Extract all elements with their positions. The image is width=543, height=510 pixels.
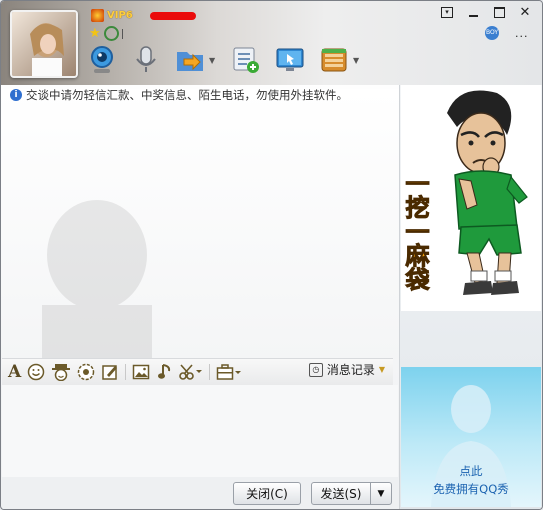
- send-file-icon: [177, 52, 203, 71]
- qq-show-line1[interactable]: 点此: [401, 463, 541, 479]
- minimize-icon: [468, 14, 478, 17]
- more-options[interactable]: ...: [515, 27, 529, 40]
- shake-button[interactable]: [77, 362, 95, 382]
- divider: [121, 28, 123, 39]
- remote-desktop-icon: [276, 48, 304, 71]
- music-note-icon: [158, 364, 171, 379]
- close-button[interactable]: ✕: [512, 4, 538, 20]
- right-panel: 一挖一麻袋 点此 免费拥有QQ秀: [399, 85, 542, 509]
- doodle-button[interactable]: [101, 362, 119, 382]
- app-box-icon: [321, 48, 347, 72]
- chat-window: VIP6 ★ ▼ ▼ ▾ ✕ BOY ... i 交谈中请勿轻信汇款、中奖信息、…: [0, 0, 543, 510]
- boy-badge[interactable]: BOY: [485, 26, 499, 40]
- magic-face-button[interactable]: [51, 362, 71, 382]
- app-box-button[interactable]: [319, 45, 349, 75]
- chevron-down-icon[interactable]: ▼: [353, 56, 361, 65]
- minimize-button[interactable]: [460, 4, 486, 20]
- chevron-down-icon: ▼: [378, 365, 385, 374]
- video-call-button[interactable]: [87, 45, 117, 75]
- message-history[interactable]: [2, 85, 398, 455]
- magic-face-icon: [52, 364, 71, 381]
- cartoon-character-image: 一挖一麻袋: [401, 90, 528, 295]
- message-input[interactable]: [2, 385, 398, 477]
- send-options-button[interactable]: ▼: [370, 482, 392, 505]
- emoji-icon: [27, 363, 45, 381]
- qzone-icon[interactable]: [103, 26, 119, 41]
- font-button[interactable]: A: [8, 362, 21, 382]
- toolbox-button[interactable]: [216, 362, 242, 382]
- security-notice: i 交谈中请勿轻信汇款、中奖信息、陌生电话，勿使用外挂软件。: [10, 87, 348, 103]
- vip-level: VIP6: [107, 10, 133, 21]
- image-icon: [132, 364, 150, 380]
- send-file-button[interactable]: [175, 45, 205, 75]
- format-toolbar: A ◷ 消息记录 ▼: [2, 358, 393, 386]
- close-icon: ✕: [519, 4, 531, 20]
- message-history-label: 消息记录: [326, 363, 375, 377]
- history-icon: ◷: [308, 362, 323, 377]
- qq-show-panel[interactable]: 点此 免费拥有QQ秀: [401, 367, 541, 507]
- scissors-icon: [179, 364, 203, 380]
- toolbox-icon: [216, 364, 242, 380]
- vip-row: VIP6: [91, 9, 196, 22]
- chevron-down-icon: ▼: [377, 488, 385, 499]
- voice-call-icon: [136, 46, 156, 72]
- voice-call-button[interactable]: [131, 45, 161, 75]
- emoji-button[interactable]: [27, 362, 45, 382]
- message-history-button[interactable]: ◷ 消息记录 ▼: [308, 361, 385, 378]
- chevron-down-icon[interactable]: ▼: [209, 56, 217, 65]
- star-icon[interactable]: ★: [89, 26, 101, 41]
- music-button[interactable]: [156, 362, 174, 382]
- status-row: ★: [89, 26, 123, 41]
- share-screen-icon: [233, 47, 259, 73]
- security-notice-text: 交谈中请勿轻信汇款、中奖信息、陌生电话，勿使用外挂软件。: [26, 88, 348, 102]
- close-chat-button[interactable]: 关闭(C): [233, 482, 301, 505]
- maximize-button[interactable]: [486, 4, 512, 20]
- doodle-icon: [102, 365, 118, 380]
- sticker-text: 一挖一麻袋: [401, 171, 430, 291]
- send-button[interactable]: 发送(S): [311, 482, 371, 505]
- video-call-icon: [91, 46, 113, 73]
- font-icon: A: [8, 362, 22, 382]
- remote-desktop-button[interactable]: [275, 45, 305, 75]
- window-header: VIP6 ★ ▼ ▼ ▾ ✕ BOY ...: [1, 1, 542, 85]
- action-bar: 关闭(C) 发送(S) ▼: [2, 477, 398, 509]
- menu-button[interactable]: ▾: [434, 4, 460, 20]
- send-image-button[interactable]: [132, 362, 150, 382]
- qq-show-line2[interactable]: 免费拥有QQ秀: [401, 481, 541, 497]
- vip-badge-icon: [91, 9, 104, 22]
- shake-icon: [77, 363, 95, 381]
- redacted-nickname: [149, 11, 196, 20]
- info-icon: i: [10, 89, 22, 101]
- call-toolbar: ▼ ▼: [87, 45, 375, 75]
- maximize-icon: [493, 6, 505, 18]
- menu-icon: ▾: [441, 6, 453, 18]
- screenshot-button[interactable]: [179, 362, 203, 382]
- share-screen-button[interactable]: [231, 45, 261, 75]
- window-controls: ▾ ✕: [434, 4, 538, 20]
- toolbar-divider: [125, 364, 127, 380]
- toolbar-divider: [209, 364, 211, 380]
- contact-show-sticker[interactable]: 一挖一麻袋: [401, 85, 541, 311]
- contact-avatar[interactable]: [10, 10, 78, 78]
